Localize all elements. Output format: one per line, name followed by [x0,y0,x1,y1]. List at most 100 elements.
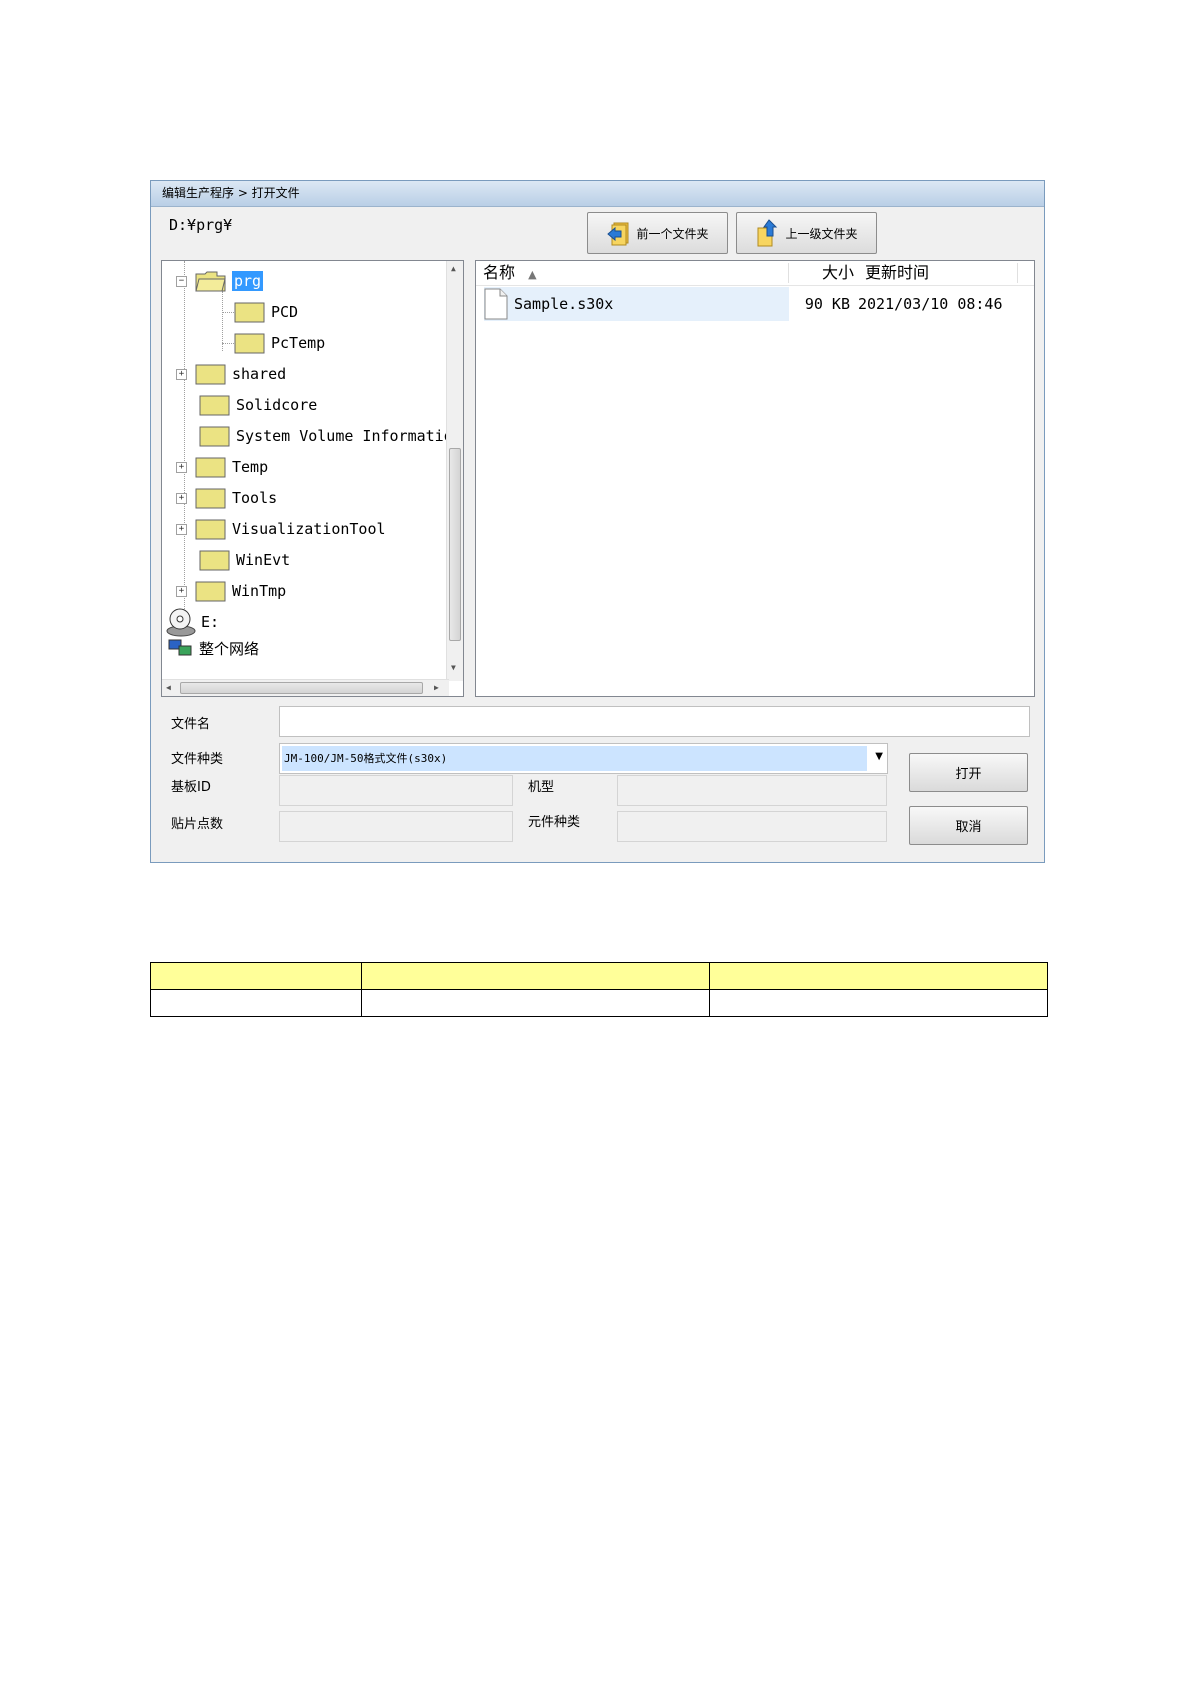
tree-connector [222,291,223,351]
tree-item-label: 整个网络 [199,639,260,658]
expand-icon[interactable]: + [176,368,187,380]
previous-folder-button[interactable]: 前一个文件夹 [587,212,728,254]
filetype-dropdown[interactable]: JM-100/JM-50格式文件(s30x) ▼ [279,743,888,774]
folder-icon [199,395,230,416]
tree-item-shared[interactable]: + shared [176,359,286,389]
table-cell [361,989,710,1017]
tree-item-label: VisualizationTool [232,520,386,538]
scroll-down-icon[interactable]: ▼ [451,663,456,672]
column-header-size[interactable]: 大小 [822,261,854,285]
tree-item-winevt[interactable]: WinEvt [199,545,290,575]
tree-item-label: prg [232,271,264,291]
tree-vertical-scrollbar[interactable]: ▲ ▼ [446,261,463,681]
chevron-down-icon[interactable]: ▼ [875,751,883,762]
file-name: Sample.s30x [514,295,614,313]
tree-item-tools[interactable]: + Tools [176,483,277,513]
cancel-button[interactable]: 取消 [909,806,1028,845]
filetype-selected-value: JM-100/JM-50格式文件(s30x) [282,746,867,771]
file-size: 90 KB [804,295,850,313]
tree-item-label: PcTemp [271,334,326,352]
scroll-right-icon[interactable]: ▶ [434,683,439,692]
expand-icon[interactable]: + [176,585,187,597]
tree-item-temp[interactable]: + Temp [176,452,268,482]
scroll-up-icon[interactable]: ▲ [451,264,456,273]
expand-icon[interactable]: + [176,492,187,504]
column-divider[interactable] [1017,263,1018,283]
tree-item-label: System Volume Information [236,427,462,445]
placement-count-field [279,811,513,842]
filename-label: 文件名 [171,717,211,732]
scroll-left-icon[interactable]: ◀ [166,683,171,692]
open-file-dialog: 编辑生产程序 > 打开文件 D:¥prg¥ 前一个文件夹 上一级文件夹 − pr… [150,180,1045,863]
document-icon [484,288,508,320]
filetype-label: 文件种类 [171,752,224,767]
tree-connector [222,312,234,313]
tree-item-pctemp[interactable]: PcTemp [234,328,325,358]
column-header-name[interactable]: 名称 ▲ [483,261,537,285]
network-icon [168,639,192,656]
table-cell [709,989,1048,1017]
file-modified-time: 2021/03/10 08:46 [858,295,1003,313]
tree-item-network[interactable]: 整个网络 [167,633,259,663]
folder-icon [199,550,230,571]
placement-count-label: 贴片点数 [171,817,224,832]
machine-field [617,775,887,806]
collapse-icon[interactable]: − [176,275,187,287]
expand-icon[interactable]: + [176,523,187,535]
parent-folder-button[interactable]: 上一级文件夹 [736,212,877,254]
tree-item-label: Solidcore [236,396,318,414]
folder-icon [195,488,226,509]
tree-item-label: WinEvt [236,551,291,569]
table-cell [361,962,710,990]
current-path: D:¥prg¥ [169,216,233,234]
table-cell [150,962,362,990]
expand-icon[interactable]: + [176,461,187,473]
column-header-modified[interactable]: 更新时间 [865,261,929,285]
file-list-row[interactable]: Sample.s30x 90 KB 2021/03/10 08:46 [484,287,1029,321]
tree-item-label: PCD [271,303,299,321]
previous-folder-label: 前一个文件夹 [636,226,709,241]
open-button[interactable]: 打开 [909,753,1028,792]
tree-connector [184,261,185,611]
column-divider[interactable] [788,263,789,283]
board-id-field [279,775,513,806]
folder-icon [234,333,265,354]
tree-item-wintmp[interactable]: + WinTmp [176,576,286,606]
machine-label: 机型 [528,780,555,795]
up-folder-icon [757,219,778,247]
tree-item-pcd[interactable]: PCD [234,297,298,327]
tree-horizontal-scrollbar[interactable]: ◀ ▶ [162,679,449,696]
folder-icon [195,364,226,385]
tree-item-label: shared [232,365,287,383]
tree-item-label: Tools [232,489,278,507]
folder-icon [195,457,226,478]
file-list[interactable]: 名称 ▲ 大小 更新时间 Sample.s30x 90 KB 2021/03/1… [475,260,1035,697]
tree-item-label: Temp [232,458,269,476]
folder-icon [195,581,226,602]
tree-item-visualizationtool[interactable]: + VisualizationTool [176,514,386,544]
tree-item-system-volume-information[interactable]: System Volume Information [199,421,462,451]
tree-item-solidcore[interactable]: Solidcore [199,390,317,420]
folder-icon [234,302,265,323]
table-header-row [150,962,1048,990]
document-table [150,962,1048,1017]
tree-vertical-scroll-thumb[interactable] [449,448,461,641]
tree-connector [222,343,234,344]
folder-tree[interactable]: − prg PCD PcTemp + shared Solidcore Syst… [161,260,464,697]
tree-item-label: E: [201,613,220,631]
tree-horizontal-scroll-thumb[interactable] [180,682,423,694]
table-row [150,989,1048,1017]
window-title: 编辑生产程序 > 打开文件 [151,181,1044,207]
tree-item-prg[interactable]: − prg [176,266,264,296]
file-list-header: 名称 ▲ 大小 更新时间 [476,261,1034,286]
component-type-field [617,811,887,842]
table-cell [709,962,1048,990]
parent-folder-label: 上一级文件夹 [785,226,858,241]
file-name-cell: Sample.s30x [484,287,789,321]
filename-input[interactable] [279,706,1030,737]
tree-item-label: WinTmp [232,582,287,600]
folder-icon [199,426,230,447]
back-folder-icon [607,222,629,246]
open-folder-icon [195,271,226,292]
component-type-label: 元件种类 [528,815,581,830]
